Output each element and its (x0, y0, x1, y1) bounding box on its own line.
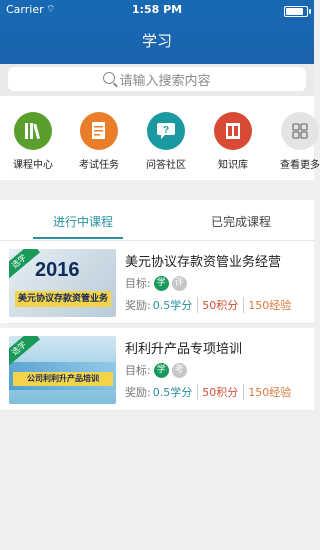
tab-indicator (33, 237, 123, 239)
thumb-caption: 公司利利升产品培训 (13, 372, 113, 386)
page-title: 学习 (141, 32, 172, 50)
course-goal: 目标: 学 考 (125, 362, 187, 378)
battery-icon (284, 6, 311, 17)
shortcut-grid: 课程中心 考试任务 ? 问答社区 知识库 查看更多 (0, 96, 320, 180)
course-card[interactable]: 2016 美元协议存款资管业务 选学 美元协议存款资管业务经营 目标: 学 评 … (0, 241, 314, 323)
grid-icon (281, 112, 319, 150)
reward-credit: 0.5学分 (152, 386, 193, 399)
course-reward: 奖励: 0.5学分 50积分 150经验 (125, 297, 291, 313)
course-tabs: 进行中课程 已完成课程 (0, 200, 314, 240)
goal-badge-exam: 考 (171, 362, 187, 378)
status-bar: Carrier ⌔ 1:58 PM (0, 0, 314, 20)
reward-label: 奖励: (125, 299, 151, 312)
qa-icon: ? (147, 112, 185, 150)
reward-exp: 150经验 (243, 297, 291, 313)
course-goal: 目标: 学 评 (125, 275, 187, 291)
reward-exp: 150经验 (243, 384, 291, 400)
books-icon (14, 112, 52, 150)
thumb-year: 2016 (35, 259, 80, 281)
shortcut-course-center[interactable]: 课程中心 (3, 112, 63, 171)
reward-label: 奖励: (125, 386, 151, 399)
shortcut-label: 考试任务 (79, 160, 119, 171)
thumb-caption: 美元协议存款资管业务 (15, 291, 111, 307)
goal-label: 目标: (125, 277, 151, 290)
course-card[interactable]: 公司利利升产品培训 选学 利利升产品专项培训 目标: 学 考 奖励: 0.5学分… (0, 328, 314, 410)
clock: 1:58 PM (131, 3, 183, 16)
search-input[interactable]: 请输入搜索内容 (8, 67, 306, 91)
shortcut-label: 问答社区 (146, 160, 186, 171)
svg-text:?: ? (163, 125, 169, 136)
tab-completed[interactable]: 已完成课程 (211, 213, 271, 230)
course-thumbnail: 公司利利升产品培训 选学 (9, 336, 116, 404)
search-area: 请输入搜索内容 (0, 64, 314, 96)
row-divider (9, 323, 314, 324)
course-title: 美元协议存款资管业务经营 (125, 255, 282, 270)
shortcut-exam-tasks[interactable]: 考试任务 (69, 112, 129, 171)
list-end-divider (0, 410, 314, 411)
shortcut-label: 课程中心 (13, 160, 53, 171)
goal-label: 目标: (125, 364, 151, 377)
course-reward: 奖励: 0.5学分 50积分 150经验 (125, 384, 291, 400)
search-icon (103, 72, 116, 84)
shortcut-more[interactable]: 查看更多 (270, 112, 320, 171)
tab-in-progress[interactable]: 进行中课程 (53, 213, 113, 230)
shortcut-label: 知识库 (218, 160, 248, 171)
library-icon (214, 112, 252, 150)
goal-badge-study: 学 (153, 362, 169, 378)
shortcut-qa[interactable]: ? 问答社区 (136, 112, 196, 171)
search-placeholder: 请输入搜索内容 (119, 73, 211, 89)
app-header: Carrier ⌔ 1:58 PM 学习 (0, 0, 314, 64)
course-title: 利利升产品专项培训 (125, 342, 243, 357)
goal-badge-review: 评 (171, 275, 187, 291)
exam-icon (80, 112, 118, 150)
course-thumbnail: 2016 美元协议存款资管业务 选学 (9, 249, 116, 317)
shortcut-knowledge[interactable]: 知识库 (203, 112, 263, 171)
reward-score: 50积分 (197, 297, 238, 313)
goal-badge-study: 学 (153, 275, 169, 291)
shortcut-label: 查看更多 (280, 160, 320, 171)
reward-score: 50积分 (197, 384, 238, 400)
reward-credit: 0.5学分 (152, 299, 193, 312)
